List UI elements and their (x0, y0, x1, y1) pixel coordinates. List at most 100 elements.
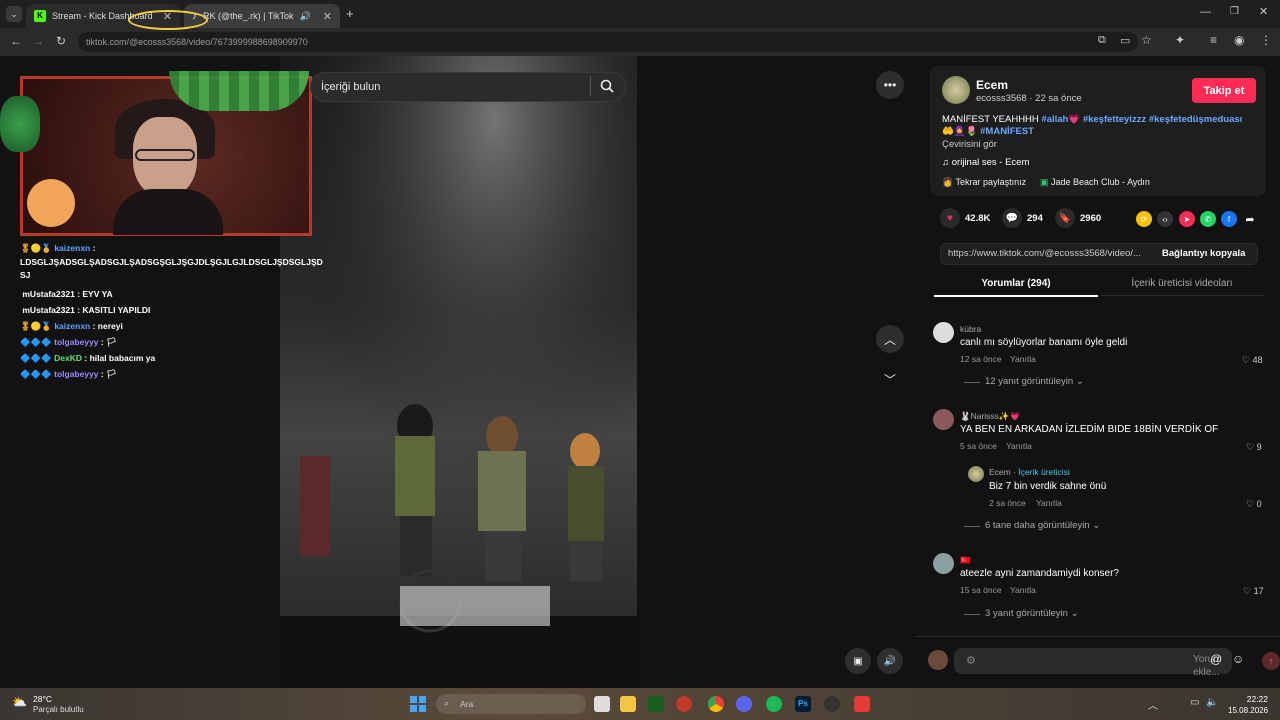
clock-time[interactable]: 22:22 (1240, 694, 1268, 704)
sticker-icon[interactable]: ⚙ (966, 654, 976, 667)
discord-icon[interactable] (736, 696, 752, 712)
obs-icon[interactable] (824, 696, 840, 712)
my-avatar[interactable] (928, 650, 948, 670)
previous-video-icon[interactable]: ︿ (876, 325, 904, 353)
extensions-icon[interactable]: ✦ (1175, 33, 1185, 47)
reload-icon[interactable]: ↻ (56, 34, 66, 48)
chrome-icon[interactable] (708, 696, 724, 712)
cast-icon[interactable]: ▭ (1120, 34, 1130, 47)
reply-button[interactable]: Yanıtla (1006, 441, 1032, 451)
tab-tiktok[interactable]: ♪ RK (@the_.rk) | TikTok 🔊 ✕ (184, 4, 340, 28)
comment-avatar[interactable] (933, 322, 954, 343)
author-avatar[interactable] (942, 76, 970, 104)
bookmark-star-icon[interactable]: ☆ (1141, 33, 1152, 47)
send-comment-button[interactable]: ↑ (1262, 652, 1280, 670)
share-arrow-icon[interactable]: ➦ (1242, 211, 1258, 227)
hashtag[interactable]: #allah💗 (1041, 114, 1080, 125)
close-icon[interactable]: ✕ (323, 10, 332, 23)
view-more-replies-button[interactable]: 6 tane daha görüntüleyin ⌄ (985, 520, 1100, 531)
translate-link[interactable]: Çevirisini gör (942, 139, 997, 150)
search-icon[interactable] (600, 79, 614, 93)
emoji-icon[interactable]: ☺ (1232, 652, 1244, 666)
profile-icon[interactable]: ◉ (1234, 33, 1244, 47)
like-count: 42.8K (965, 212, 991, 224)
comment-avatar[interactable] (933, 409, 954, 430)
comment-input[interactable] (954, 648, 1232, 674)
facebook-icon[interactable]: f (1221, 211, 1237, 227)
reply-author[interactable]: Ecem · İçerik üreticisi (989, 467, 1070, 477)
clock-date[interactable]: 15.08.2026 (1228, 706, 1268, 715)
comment-avatar[interactable] (933, 553, 954, 574)
chevron-up-icon[interactable]: ︿ (1148, 697, 1158, 712)
music-info[interactable]: ♫ orijinal ses - Ecem (942, 157, 1029, 168)
chat-username: mUstafa2321 (22, 305, 75, 315)
repost-avatar-icon: 👩 (942, 177, 956, 187)
comment-like[interactable]: ♡ 9 (1246, 442, 1262, 453)
volume-icon[interactable]: 🔊 (877, 648, 903, 674)
photoshop-icon[interactable]: Ps (795, 696, 811, 712)
reading-list-icon[interactable]: ≡ (1210, 33, 1217, 47)
back-icon[interactable]: ← (10, 34, 22, 48)
task-view-icon[interactable] (594, 696, 610, 712)
reply-button[interactable]: Yanıtla (1010, 354, 1036, 364)
minimize-icon[interactable]: — (1200, 6, 1211, 18)
like-stat[interactable]: ♥ 42.8K (940, 208, 990, 228)
comment-username[interactable]: kübra (960, 324, 981, 334)
weather-temp[interactable]: 28°C (33, 694, 52, 704)
app-icon[interactable] (854, 696, 870, 712)
translate-icon[interactable]: ⧉ (1098, 34, 1106, 47)
author-name[interactable]: Ecem (976, 78, 1008, 92)
file-explorer-icon[interactable] (620, 696, 636, 712)
comment-username[interactable]: 🐰Narisss✨💗 (960, 411, 1020, 422)
comment-like[interactable]: ♡ 17 (1243, 586, 1264, 597)
network-icon[interactable]: ▭ (1190, 697, 1199, 708)
video-link[interactable]: https://www.tiktok.com/@ecosss3568/video… (948, 248, 1153, 259)
more-options-icon[interactable]: ••• (876, 71, 904, 99)
mention-icon[interactable]: @ (1210, 652, 1222, 666)
new-tab-icon[interactable]: + (346, 6, 354, 21)
maximize-icon[interactable]: ❐ (1230, 6, 1239, 17)
volume-icon[interactable]: 🔈 (1206, 697, 1218, 708)
taskbar-search[interactable]: Ara (436, 694, 586, 714)
tab-search-icon[interactable]: ⌄ (6, 6, 22, 22)
hashtag[interactable]: #MANİFEST (980, 126, 1034, 137)
share-repost-icon[interactable]: ⟳ (1136, 211, 1152, 227)
speaker-icon[interactable]: 🔊 (300, 11, 311, 22)
weather-icon[interactable]: ⛅ (12, 695, 27, 709)
comment-stat[interactable]: 💬 294 (1002, 208, 1043, 228)
location-info[interactable]: ▣ Jade Beach Club - Aydın (1040, 177, 1150, 188)
window-close-icon[interactable]: ✕ (1259, 5, 1268, 18)
follow-button[interactable]: Takip et (1192, 78, 1256, 103)
reply-like[interactable]: ♡ 0 (1246, 499, 1262, 510)
tab-creator-videos[interactable]: İçerik üreticisi videoları (1100, 278, 1264, 296)
hashtag[interactable]: #keşfetteyizzz (1083, 114, 1146, 125)
embed-icon[interactable]: ‹› (1157, 211, 1173, 227)
tab-comments[interactable]: Yorumlar (294) (934, 278, 1098, 297)
reply-text: Biz 7 bin verdik sahne önü (989, 481, 1107, 492)
video-player[interactable] (280, 56, 637, 688)
next-video-icon[interactable]: ﹀ (876, 365, 904, 393)
url-field[interactable]: tiktok.com/@ecosss3568/video/76739999886… (78, 32, 1138, 52)
reply-avatar[interactable] (968, 466, 984, 482)
menu-dots-icon[interactable]: ⋮ (1260, 33, 1272, 47)
save-stat[interactable]: 🔖 2960 (1055, 208, 1101, 228)
comment-time: 12 sa önce (960, 354, 1002, 364)
whatsapp-icon[interactable]: ✆ (1200, 211, 1216, 227)
mini-player-icon[interactable]: ▣ (845, 648, 871, 674)
weather-text[interactable]: Parçalı bulutlu (33, 705, 84, 714)
comment-icon: 💬 (1002, 208, 1022, 228)
content-search-input[interactable]: İçeriği bulun (310, 72, 626, 102)
windows-start-icon[interactable] (410, 696, 426, 712)
comment-username[interactable]: 🇹🇷 (960, 555, 971, 566)
app-icon[interactable] (648, 696, 664, 712)
copy-link-button[interactable]: Bağlantıyı kopyala (1162, 248, 1245, 259)
view-replies-button[interactable]: 3 yanıt görüntüleyin ⌄ (985, 608, 1079, 619)
reply-button[interactable]: Yanıtla (1036, 498, 1062, 508)
view-replies-button[interactable]: 12 yanıt görüntüleyin ⌄ (985, 376, 1084, 387)
reply-button[interactable]: Yanıtla (1010, 585, 1036, 595)
app-icon[interactable] (676, 696, 692, 712)
send-icon[interactable]: ➤ (1179, 211, 1195, 227)
spotify-icon[interactable] (766, 696, 782, 712)
forward-icon[interactable]: → (32, 34, 44, 48)
comment-like[interactable]: ♡ 48 (1242, 355, 1263, 366)
